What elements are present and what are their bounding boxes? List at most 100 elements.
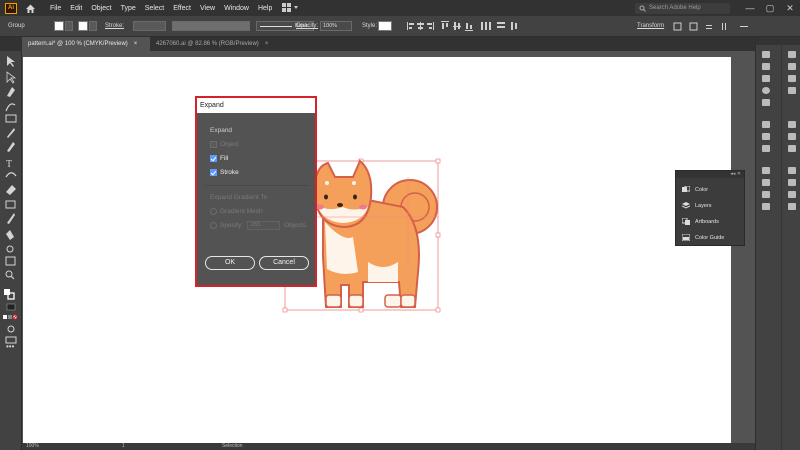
fill-dropdown[interactable]	[65, 21, 73, 31]
home-icon[interactable]	[25, 3, 36, 14]
color-icon	[682, 186, 690, 192]
right-dock-icon-11[interactable]	[788, 203, 796, 210]
properties-icon[interactable]	[762, 51, 770, 58]
search-input[interactable]: Search Adobe Help	[635, 2, 730, 14]
opacity-label[interactable]: Opacity:	[296, 23, 318, 29]
pathfinder-panel-icon[interactable]	[762, 191, 770, 198]
right-dock-icon-8[interactable]	[788, 167, 796, 174]
document-tab-bar: pattern.ai* @ 100 % (CMYK/Preview) × 426…	[0, 37, 800, 51]
menu-file[interactable]: File	[50, 5, 61, 12]
right-dock-icon-3[interactable]	[788, 75, 796, 82]
transform-panel-icon[interactable]	[762, 167, 770, 174]
maximize-button[interactable]: ▢	[760, 3, 780, 14]
menu-help[interactable]: Help	[258, 5, 272, 12]
panel-header[interactable]: ◂◂ ✕	[676, 171, 744, 178]
gradient-mesh-label: Gradient Mesh	[220, 208, 263, 215]
search-icon	[639, 5, 646, 12]
tab-close-icon[interactable]: ×	[134, 41, 138, 47]
specify-radio-row[interactable]: Specify: 255 Objects	[210, 221, 306, 230]
panel-label: Artboards	[695, 218, 719, 225]
tab-close-icon[interactable]: ×	[265, 41, 269, 47]
current-tool-status[interactable]: Selection	[222, 443, 243, 449]
fill-label: Fill	[220, 155, 229, 162]
collapsed-panels: ◂◂ ✕ Color Layers Artboards Color Guide	[675, 170, 745, 246]
gradient-mesh-radio[interactable]	[210, 208, 217, 215]
workspace-switcher-icon[interactable]	[282, 2, 299, 14]
color-guide-icon	[682, 234, 690, 241]
tool-buttons[interactable]	[0, 51, 22, 351]
graphic-styles-icon[interactable]	[762, 99, 770, 106]
fill-swatch[interactable]	[54, 21, 64, 31]
menu-window[interactable]: Window	[224, 5, 249, 12]
menu-bar: Ai File Edit Object Type Select Effect V…	[0, 0, 800, 16]
shiba-inu-illustration[interactable]	[23, 57, 731, 443]
swatches-icon[interactable]	[762, 75, 770, 82]
cancel-button[interactable]: Cancel	[259, 256, 309, 270]
right-dock-icon-4[interactable]	[788, 87, 796, 94]
right-dock-icon-9[interactable]	[788, 179, 796, 186]
menu-edit[interactable]: Edit	[70, 5, 82, 12]
variable-width-profile[interactable]	[172, 21, 250, 31]
right-dock-icon-1[interactable]	[788, 51, 796, 58]
tab-pattern-ai[interactable]: pattern.ai* @ 100 % (CMYK/Preview) ×	[22, 37, 150, 51]
control-bar-right-icons[interactable]	[672, 21, 752, 32]
fill-checkbox[interactable]	[210, 155, 217, 162]
transform-label[interactable]: Transform	[637, 23, 664, 29]
object-label: Object	[220, 141, 239, 148]
align-icons[interactable]	[405, 20, 535, 32]
expand-section-label: Expand	[210, 127, 233, 134]
artboard-number[interactable]: 1	[122, 443, 125, 449]
menu-effect[interactable]: Effect	[173, 5, 191, 12]
tools-panel: T •••	[0, 51, 22, 450]
symbols-icon[interactable]	[762, 87, 770, 94]
object-checkbox[interactable]	[210, 141, 217, 148]
right-dock-icon-2[interactable]	[788, 63, 796, 70]
object-checkbox-row[interactable]: Object	[210, 141, 239, 148]
menu-type[interactable]: Type	[121, 5, 136, 12]
specify-radio[interactable]	[210, 222, 217, 229]
specify-objects-input[interactable]: 255	[247, 221, 281, 230]
align-panel-icon[interactable]	[762, 179, 770, 186]
style-label: Style:	[362, 23, 378, 29]
zoom-level[interactable]: 100%	[26, 443, 39, 449]
app-logo: Ai	[5, 2, 17, 14]
right-dock-icon-10[interactable]	[788, 191, 796, 198]
gradient-mesh-radio-row[interactable]: Gradient Mesh	[210, 208, 263, 215]
right-panel-dock	[755, 37, 800, 450]
panel-artboards[interactable]: Artboards	[682, 218, 719, 225]
panel-layers[interactable]: Layers	[682, 202, 712, 209]
minimize-button[interactable]: —	[740, 3, 760, 13]
transparency-panel-icon[interactable]	[762, 145, 770, 152]
menu-select[interactable]: Select	[145, 5, 164, 12]
panel-label: Color	[695, 186, 709, 193]
stroke-label[interactable]: Stroke:	[105, 23, 124, 29]
tab-4267060-ai[interactable]: 4267060.ai @ 82.86 % (RGB/Preview) ×	[150, 37, 285, 51]
character-panel-icon[interactable]	[762, 203, 770, 210]
close-window-button[interactable]: ✕	[780, 3, 800, 14]
fill-checkbox-row[interactable]: Fill	[210, 155, 228, 162]
stroke-panel-icon[interactable]	[762, 121, 770, 128]
dock-header[interactable]	[756, 37, 800, 45]
panel-color-guide[interactable]: Color Guide	[682, 234, 724, 241]
artboard-canvas[interactable]	[23, 57, 731, 443]
stroke-weight-input[interactable]	[133, 21, 166, 31]
stroke-swatch[interactable]	[78, 21, 88, 31]
right-dock-icon-5[interactable]	[788, 121, 796, 128]
right-dock-icon-7[interactable]	[788, 145, 796, 152]
stroke-label: Stroke	[220, 169, 239, 176]
search-placeholder: Search Adobe Help	[649, 5, 701, 11]
stroke-dropdown[interactable]	[89, 21, 97, 31]
specify-label: Specify:	[220, 222, 244, 229]
menu-view[interactable]: View	[200, 5, 215, 12]
panel-color[interactable]: Color	[682, 186, 708, 193]
stroke-checkbox[interactable]	[210, 169, 217, 176]
control-bar: Group Stroke: Basic Opacity: 100% Style:	[0, 16, 800, 37]
libraries-icon[interactable]	[762, 63, 770, 70]
right-dock-icon-6[interactable]	[788, 133, 796, 140]
graphic-style-swatch[interactable]	[378, 21, 392, 31]
opacity-input[interactable]: 100%	[320, 21, 352, 31]
menu-object[interactable]: Object	[91, 5, 111, 12]
gradient-panel-icon[interactable]	[762, 133, 770, 140]
ok-button[interactable]: OK	[205, 256, 255, 270]
stroke-checkbox-row[interactable]: Stroke	[210, 169, 239, 176]
